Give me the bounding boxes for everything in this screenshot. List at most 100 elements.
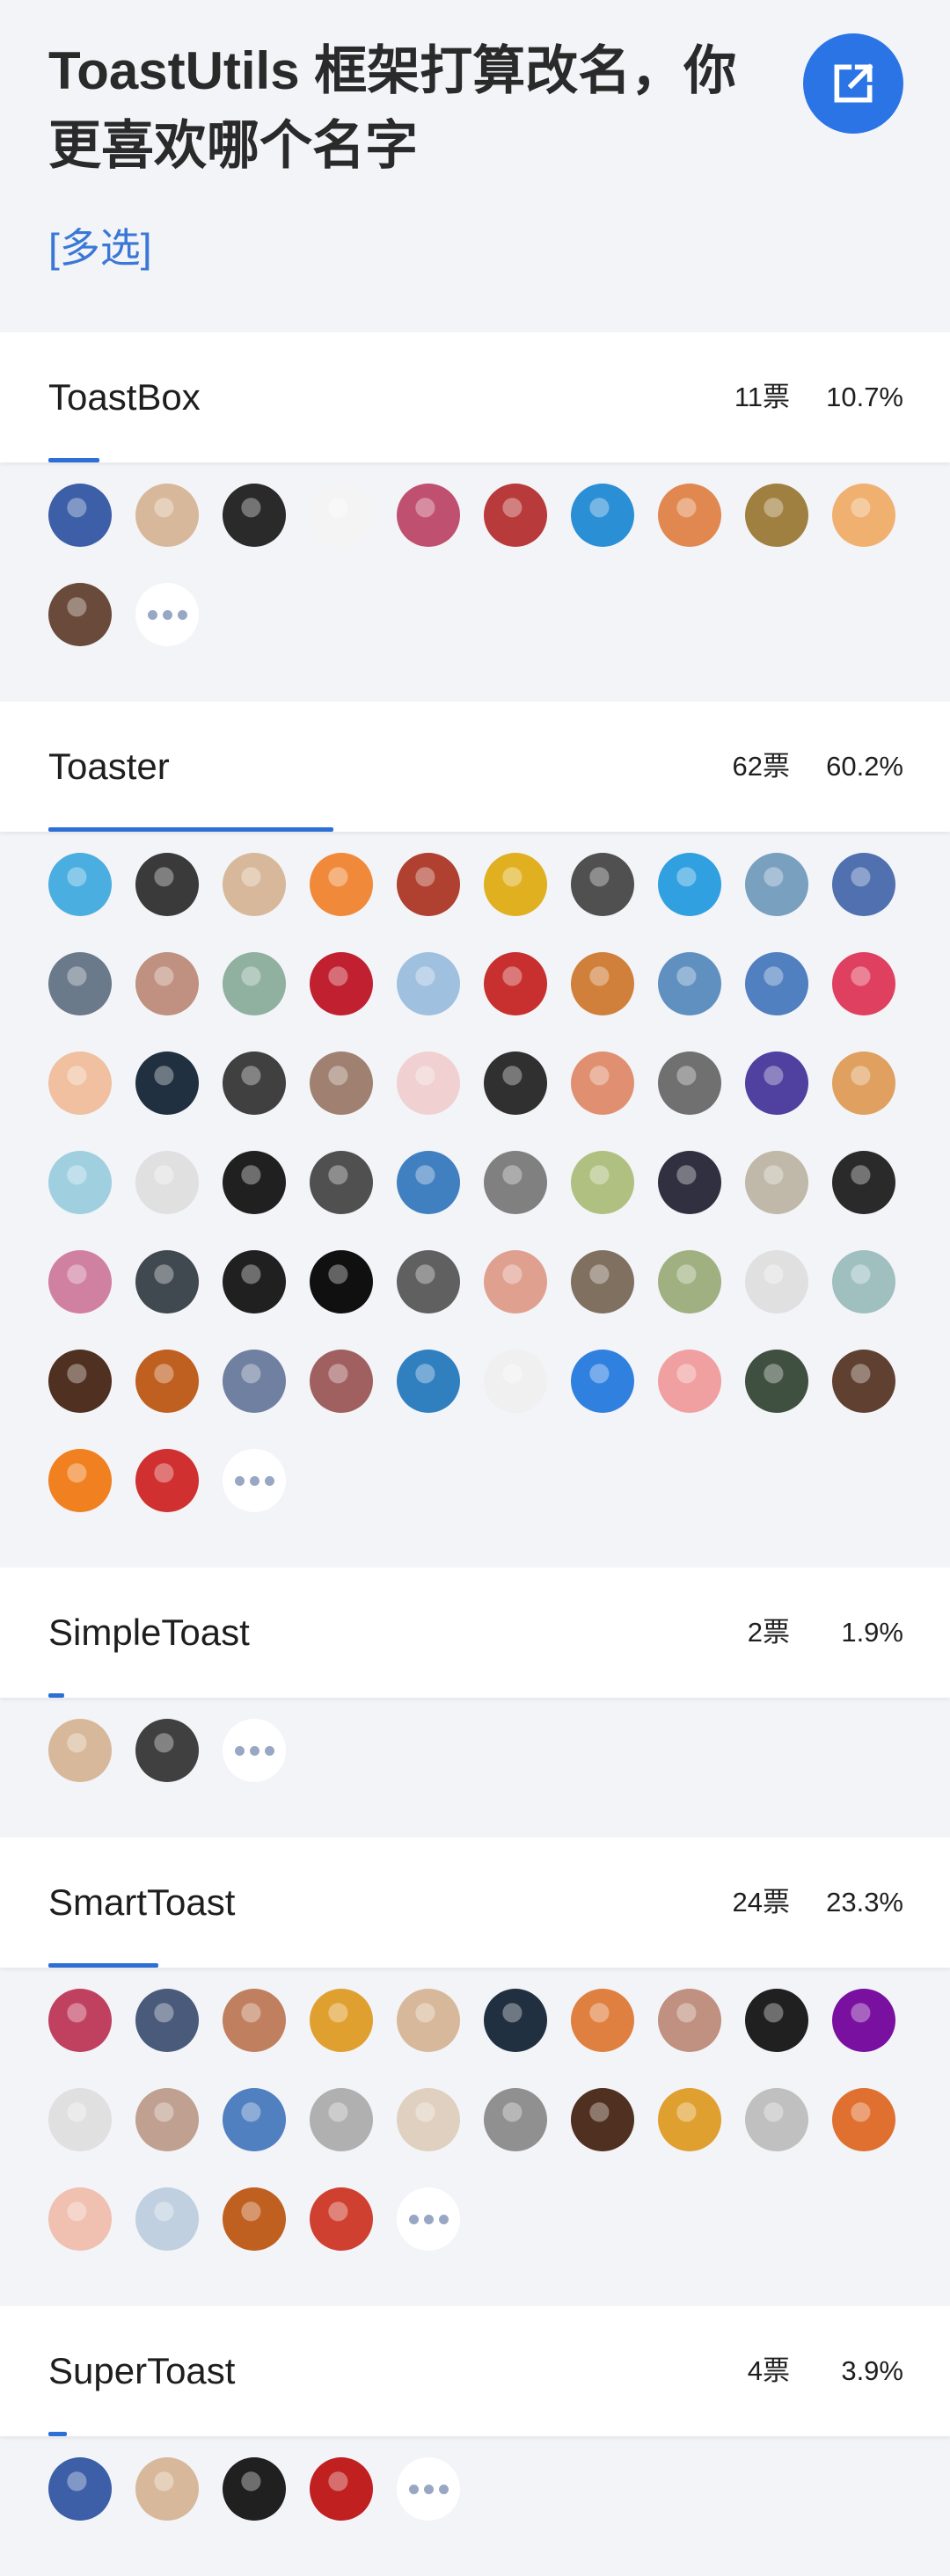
poll-option[interactable]: SuperToast 4票 3.9% — [0, 2306, 950, 2436]
voter-avatar[interactable] — [658, 1250, 721, 1313]
voter-avatar[interactable] — [223, 2457, 286, 2521]
voter-avatar[interactable] — [135, 2457, 199, 2521]
voter-avatar[interactable] — [745, 1989, 808, 2052]
voter-avatar[interactable] — [135, 1719, 199, 1782]
voter-avatar[interactable] — [484, 1989, 547, 2052]
voter-avatar[interactable] — [658, 952, 721, 1015]
voter-avatar[interactable] — [223, 2088, 286, 2151]
voter-avatar[interactable] — [310, 2457, 373, 2521]
poll-option[interactable]: SmartToast 24票 23.3% — [0, 1837, 950, 1968]
voter-avatar[interactable] — [484, 1250, 547, 1313]
more-voters-button[interactable] — [397, 2457, 460, 2521]
more-voters-button[interactable] — [223, 1719, 286, 1782]
voter-avatar[interactable] — [310, 1250, 373, 1313]
voter-avatar[interactable] — [832, 1052, 895, 1115]
voter-avatar[interactable] — [48, 2088, 112, 2151]
poll-option[interactable]: Toaster 62票 60.2% — [0, 702, 950, 832]
voter-avatar[interactable] — [135, 1449, 199, 1512]
voter-avatar[interactable] — [310, 853, 373, 916]
voter-avatar[interactable] — [832, 952, 895, 1015]
voter-avatar[interactable] — [135, 2187, 199, 2251]
voter-avatar[interactable] — [48, 2457, 112, 2521]
voter-avatar[interactable] — [310, 1151, 373, 1214]
voter-avatar[interactable] — [832, 1989, 895, 2052]
voter-avatar[interactable] — [484, 1052, 547, 1115]
voter-avatar[interactable] — [135, 1350, 199, 1413]
voter-avatar[interactable] — [832, 1250, 895, 1313]
voter-avatar[interactable] — [310, 1989, 373, 2052]
voter-avatar[interactable] — [484, 1151, 547, 1214]
voter-avatar[interactable] — [310, 1350, 373, 1413]
voter-avatar[interactable] — [310, 952, 373, 1015]
voter-avatar[interactable] — [48, 484, 112, 547]
voter-avatar[interactable] — [658, 484, 721, 547]
voter-avatar[interactable] — [223, 1250, 286, 1313]
voter-avatar[interactable] — [571, 1052, 634, 1115]
voter-avatar[interactable] — [484, 853, 547, 916]
voter-avatar[interactable] — [745, 1151, 808, 1214]
voter-avatar[interactable] — [658, 1989, 721, 2052]
voter-avatar[interactable] — [48, 1719, 112, 1782]
voter-avatar[interactable] — [135, 952, 199, 1015]
voter-avatar[interactable] — [745, 2088, 808, 2151]
voter-avatar[interactable] — [223, 2187, 286, 2251]
voter-avatar[interactable] — [48, 2187, 112, 2251]
poll-option[interactable]: ToastBox 11票 10.7% — [0, 332, 950, 462]
voter-avatar[interactable] — [48, 1989, 112, 2052]
voter-avatar[interactable] — [48, 583, 112, 646]
voter-avatar[interactable] — [397, 2088, 460, 2151]
voter-avatar[interactable] — [832, 484, 895, 547]
voter-avatar[interactable] — [658, 853, 721, 916]
voter-avatar[interactable] — [223, 853, 286, 916]
voter-avatar[interactable] — [745, 1350, 808, 1413]
voter-avatar[interactable] — [832, 1151, 895, 1214]
voter-avatar[interactable] — [397, 484, 460, 547]
voter-avatar[interactable] — [397, 1052, 460, 1115]
voter-avatar[interactable] — [135, 1250, 199, 1313]
voter-avatar[interactable] — [484, 1350, 547, 1413]
voter-avatar[interactable] — [310, 1052, 373, 1115]
voter-avatar[interactable] — [310, 2187, 373, 2251]
share-button[interactable] — [803, 33, 903, 134]
voter-avatar[interactable] — [571, 2088, 634, 2151]
voter-avatar[interactable] — [135, 853, 199, 916]
voter-avatar[interactable] — [571, 1250, 634, 1313]
poll-option[interactable]: SimpleToast 2票 1.9% — [0, 1568, 950, 1698]
voter-avatar[interactable] — [484, 484, 547, 547]
voter-avatar[interactable] — [135, 1989, 199, 2052]
voter-avatar[interactable] — [48, 1449, 112, 1512]
voter-avatar[interactable] — [135, 2088, 199, 2151]
voter-avatar[interactable] — [48, 1350, 112, 1413]
voter-avatar[interactable] — [745, 853, 808, 916]
voter-avatar[interactable] — [223, 952, 286, 1015]
voter-avatar[interactable] — [658, 1350, 721, 1413]
voter-avatar[interactable] — [397, 1250, 460, 1313]
voter-avatar[interactable] — [135, 1151, 199, 1214]
voter-avatar[interactable] — [223, 1989, 286, 2052]
voter-avatar[interactable] — [571, 484, 634, 547]
voter-avatar[interactable] — [48, 952, 112, 1015]
voter-avatar[interactable] — [397, 853, 460, 916]
voter-avatar[interactable] — [745, 1052, 808, 1115]
voter-avatar[interactable] — [310, 484, 373, 547]
voter-avatar[interactable] — [571, 853, 634, 916]
voter-avatar[interactable] — [745, 484, 808, 547]
voter-avatar[interactable] — [571, 1350, 634, 1413]
voter-avatar[interactable] — [745, 952, 808, 1015]
voter-avatar[interactable] — [832, 2088, 895, 2151]
voter-avatar[interactable] — [658, 1151, 721, 1214]
voter-avatar[interactable] — [223, 1350, 286, 1413]
more-voters-button[interactable] — [397, 2187, 460, 2251]
voter-avatar[interactable] — [48, 853, 112, 916]
more-voters-button[interactable] — [223, 1449, 286, 1512]
voter-avatar[interactable] — [397, 1989, 460, 2052]
voter-avatar[interactable] — [310, 2088, 373, 2151]
voter-avatar[interactable] — [135, 1052, 199, 1115]
voter-avatar[interactable] — [832, 1350, 895, 1413]
voter-avatar[interactable] — [484, 2088, 547, 2151]
voter-avatar[interactable] — [397, 952, 460, 1015]
voter-avatar[interactable] — [397, 1350, 460, 1413]
voter-avatar[interactable] — [223, 484, 286, 547]
voter-avatar[interactable] — [397, 1151, 460, 1214]
voter-avatar[interactable] — [658, 1052, 721, 1115]
